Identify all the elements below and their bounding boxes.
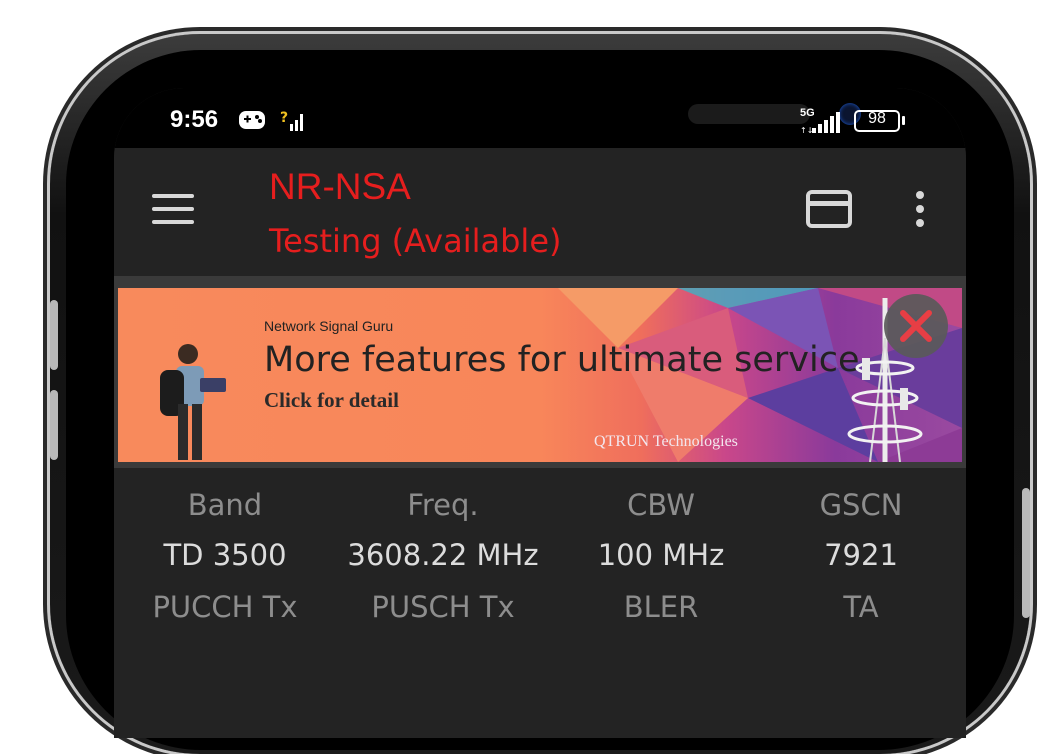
- app-subtitle: Testing (Available): [269, 222, 562, 260]
- card-icon[interactable]: [806, 190, 852, 228]
- header-bler: BLER: [623, 590, 699, 624]
- header-freq: Freq.: [407, 488, 479, 522]
- svg-text:↑↓: ↑↓: [800, 126, 813, 134]
- gamepad-icon: [239, 111, 265, 129]
- screen: 9:56 ? 5G ↑↓ 98 NR-NSA Testing (Availabl…: [114, 88, 966, 738]
- value-band: TD 3500: [163, 538, 287, 572]
- status-time: 9:56: [170, 106, 219, 133]
- value-gscn: 7921: [824, 538, 898, 572]
- header-cbw: CBW: [627, 488, 695, 522]
- ad-headline: More features for ultimate service: [264, 340, 860, 380]
- header-gscn: GSCN: [819, 488, 903, 522]
- battery-tip: [902, 116, 905, 125]
- header-ta: TA: [843, 590, 879, 624]
- ad-banner[interactable]: Network Signal Guru More features for ul…: [118, 288, 962, 462]
- battery-icon: 98: [854, 110, 900, 132]
- volume-button: [50, 390, 58, 460]
- cell-signal-icon: ↑↓: [800, 112, 840, 134]
- ad-company: QTRUN Technologies: [594, 433, 738, 450]
- header-pusch-tx: PUSCH Tx: [371, 590, 515, 624]
- ad-close-button[interactable]: [884, 294, 948, 358]
- ad-cta: Click for detail: [264, 388, 399, 412]
- person-illustration: [160, 344, 226, 460]
- power-button: [1022, 488, 1030, 618]
- hamburger-menu-icon[interactable]: [151, 192, 195, 226]
- speaker: [688, 104, 810, 124]
- close-icon: [900, 310, 932, 342]
- app-title: NR-NSA: [269, 166, 411, 207]
- svg-text:?: ?: [280, 110, 288, 126]
- ad-brand: Network Signal Guru: [264, 318, 394, 334]
- header-pucch-tx: PUCCH Tx: [152, 590, 298, 624]
- value-cbw: 100 MHz: [597, 538, 725, 572]
- volume-button: [50, 300, 58, 370]
- header-band: Band: [187, 488, 263, 522]
- battery-level: 98: [868, 110, 886, 127]
- more-vert-icon[interactable]: [914, 189, 926, 229]
- signal-icon: ?: [280, 110, 303, 131]
- value-freq: 3608.22 MHz: [347, 538, 539, 572]
